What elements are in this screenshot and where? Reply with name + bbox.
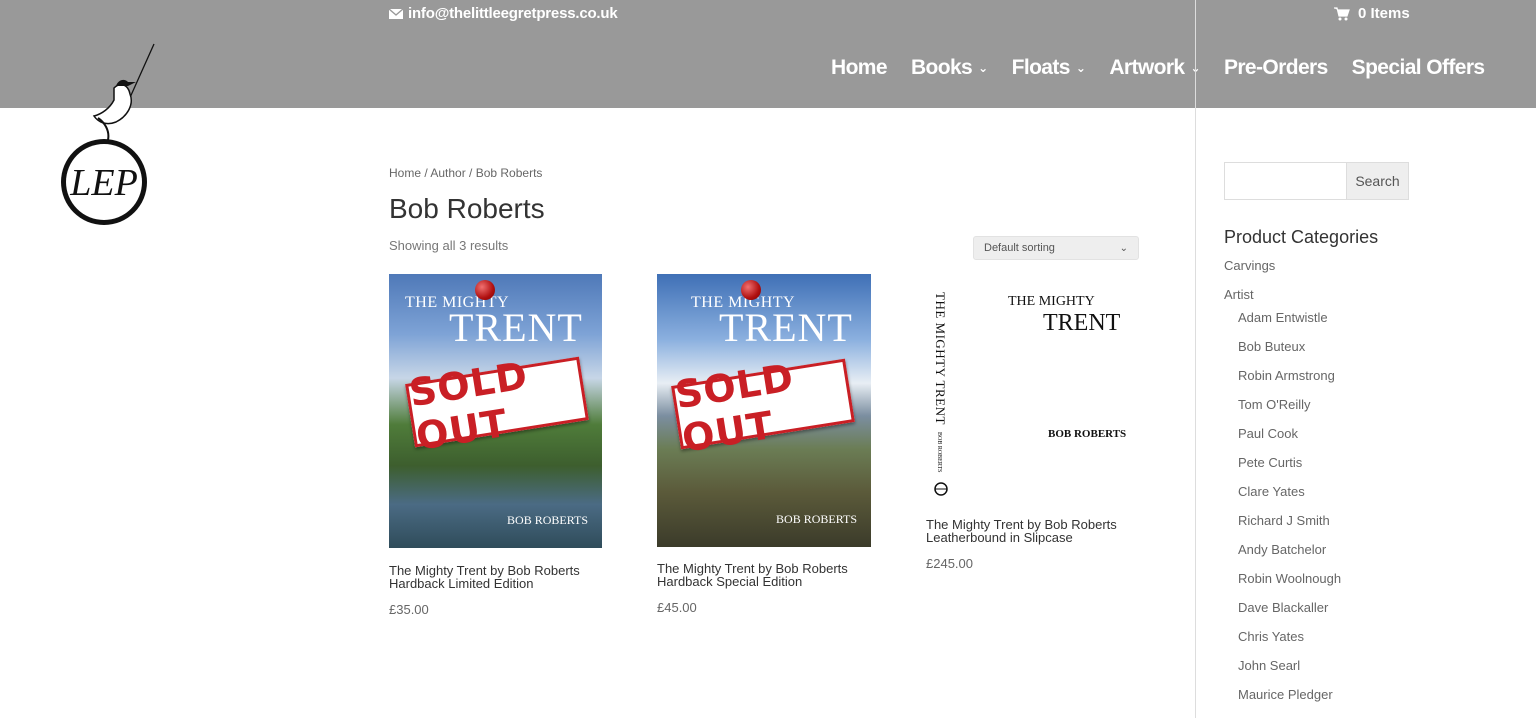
publisher-logo-icon: [934, 482, 948, 496]
product-title[interactable]: The Mighty Trent by Bob Roberts Hardback…: [657, 562, 872, 588]
artist-link[interactable]: Adam Entwistle: [1238, 310, 1328, 325]
product-card[interactable]: THE MIGHTY TRENT SOLD OUT BOB ROBERTS Th…: [657, 274, 872, 615]
logo-text: LEP: [69, 162, 138, 204]
category-link[interactable]: Artist: [1224, 287, 1254, 302]
product-card[interactable]: THE MIGHTY TRENT BOB ROBERTS THE MIGHTY …: [926, 274, 1141, 571]
cover-author: BOB ROBERTS: [776, 512, 857, 526]
artist-link[interactable]: Tom O'Reilly: [1238, 397, 1311, 412]
product-image[interactable]: THE MIGHTY TRENT BOB ROBERTS THE MIGHTY …: [926, 274, 1141, 502]
product-title-line: Hardback Limited Edition: [389, 576, 534, 591]
cover-title-big: TRENT: [1043, 310, 1121, 336]
artist-link[interactable]: Robin Armstrong: [1238, 368, 1335, 383]
page-title: Bob Roberts: [389, 193, 545, 224]
topbar-email-link[interactable]: info@thelittleegretpress.co.uk: [389, 5, 618, 22]
chevron-down-icon: ⌄: [1075, 61, 1086, 75]
cover-title-big: TRENT: [449, 305, 583, 350]
product-price: £35.00: [389, 602, 429, 617]
search-button[interactable]: Search: [1347, 162, 1409, 200]
result-count: Showing all 3 results: [389, 238, 509, 253]
product-title[interactable]: The Mighty Trent by Bob Roberts Hardback…: [389, 564, 604, 590]
artist-link[interactable]: Chris Yates: [1238, 629, 1304, 644]
product-image[interactable]: THE MIGHTY TRENT SOLD OUT BOB ROBERTS: [389, 274, 602, 548]
nav-item-artwork[interactable]: Artwork⌄: [1109, 56, 1200, 80]
artist-link[interactable]: Richard J Smith: [1238, 513, 1330, 528]
artist-link[interactable]: Maurice Pledger: [1238, 687, 1333, 702]
cart-link[interactable]: 0 Items: [1334, 5, 1410, 22]
artist-link[interactable]: Paul Cook: [1238, 426, 1298, 441]
product-image[interactable]: THE MIGHTY TRENT SOLD OUT BOB ROBERTS: [657, 274, 871, 547]
cover-title-big: TRENT: [719, 305, 853, 350]
nav-item-floats[interactable]: Floats ⌄: [1012, 56, 1086, 80]
nav-label: Home: [831, 56, 888, 79]
nav-item-books[interactable]: Books ⌄: [911, 56, 988, 80]
nav-item-special-offers[interactable]: Special Offers: [1352, 56, 1485, 80]
product-title-line: Leatherbound in Slipcase: [926, 530, 1073, 545]
cover-title-small: THE MIGHTY: [1008, 294, 1095, 309]
cart-icon: [1334, 6, 1350, 20]
categories-title: Product Categories: [1224, 227, 1379, 247]
search-input[interactable]: [1224, 162, 1347, 200]
nav-label: Pre-Orders: [1223, 56, 1328, 79]
nav-item-home[interactable]: Home: [831, 56, 888, 80]
artist-link[interactable]: Robin Woolnough: [1238, 571, 1341, 586]
product-title[interactable]: The Mighty Trent by Bob Roberts Leatherb…: [926, 518, 1141, 544]
product-price: £245.00: [926, 556, 973, 571]
nav-item-pre-orders[interactable]: Pre-Orders: [1224, 56, 1328, 80]
product-title-line: Hardback Special Edition: [657, 574, 803, 589]
site-logo[interactable]: LEP: [58, 42, 162, 228]
sold-out-badge: SOLD OUT: [671, 355, 855, 461]
cover-author: BOB ROBERTS: [1048, 428, 1127, 440]
nav-label: Artwork: [1109, 56, 1185, 79]
nav-label: Floats: [1011, 56, 1071, 79]
pushpin-icon: [741, 280, 761, 300]
product-price: £45.00: [657, 600, 697, 615]
chevron-down-icon: ⌄: [978, 61, 988, 75]
artist-link[interactable]: Pete Curtis: [1238, 455, 1302, 470]
product-card[interactable]: THE MIGHTY TRENT SOLD OUT BOB ROBERTS Th…: [389, 274, 604, 617]
category-link[interactable]: Carvings: [1224, 258, 1275, 273]
artist-link[interactable]: Dave Blackaller: [1238, 600, 1328, 615]
cart-count: 0 Items: [1358, 5, 1410, 22]
artist-link[interactable]: Andy Batchelor: [1238, 542, 1326, 557]
sort-selected-label: Default sorting: [984, 242, 1055, 254]
topbar-email-text: info@thelittleegretpress.co.uk: [408, 5, 618, 22]
breadcrumb: Home / Author / Bob Roberts: [389, 166, 543, 180]
cover-spine-author: BOB ROBERTS: [936, 432, 942, 473]
nav-label: Special Offers: [1351, 56, 1485, 79]
nav-label: Books: [910, 56, 973, 79]
artist-link[interactable]: John Searl: [1238, 658, 1300, 673]
sold-out-badge: SOLD OUT: [405, 353, 589, 459]
sidebar-divider: [1195, 0, 1196, 718]
artist-link[interactable]: Clare Yates: [1238, 484, 1305, 499]
mail-icon: [389, 8, 403, 19]
main-nav: Home Books⌄ Floats⌄ Artwork⌄ Pre-Orders …: [831, 56, 1485, 80]
pushpin-icon: [475, 280, 495, 300]
artist-link[interactable]: Bob Buteux: [1238, 339, 1305, 354]
sort-select[interactable]: Default sorting ⌄: [973, 236, 1139, 260]
site-header: info@thelittleegretpress.co.uk 0 Items H…: [0, 0, 1536, 108]
chevron-down-icon: ⌄: [1119, 242, 1128, 254]
cover-author: BOB ROBERTS: [507, 513, 588, 527]
